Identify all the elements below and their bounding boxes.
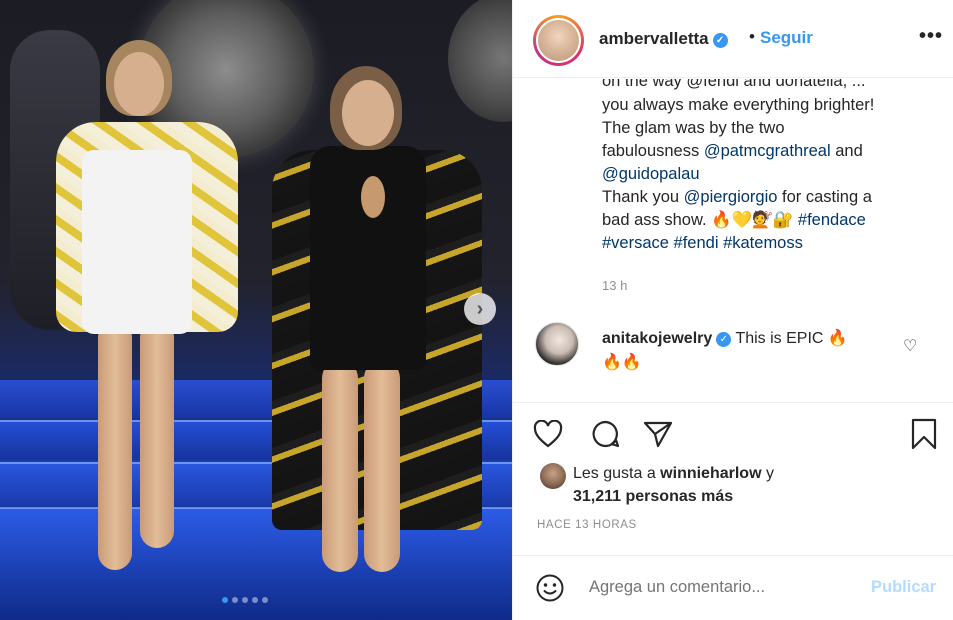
carousel-dot (252, 597, 258, 603)
commenter-username[interactable]: anitakojewelry (602, 330, 712, 347)
post-caption: on the way @fendi and donatella, ... you… (602, 79, 942, 255)
comment-composer: Publicar (513, 555, 953, 620)
share-icon[interactable] (641, 417, 675, 451)
caption-line: Thank you @piergiorgio for casting a (602, 186, 942, 209)
follow-button[interactable]: Seguir (760, 28, 813, 48)
emoji-icon[interactable] (535, 573, 565, 608)
post-sidebar: ambervalletta ✓ • Seguir ••• on the way @… (512, 0, 953, 620)
caption-text: and (830, 142, 863, 160)
caption-text: bad ass show. 🔥💛💇🔐 (602, 211, 798, 229)
mention-link[interactable]: @patmcgrathreal (704, 142, 831, 160)
posted-time: HACE 13 HORAS (537, 519, 637, 531)
caption-text: The glam was by the two (602, 119, 785, 137)
medusa-medallion-right (448, 0, 512, 122)
next-photo-button[interactable]: › (464, 293, 496, 325)
caption-text: for casting a (777, 188, 872, 206)
comment-icon[interactable] (588, 417, 622, 451)
mention-link[interactable]: @guidopalau (602, 165, 700, 183)
post-header: ambervalletta ✓ • Seguir ••• (513, 0, 953, 78)
author-avatar[interactable] (533, 15, 584, 66)
hashtag-link[interactable]: #versace #fendi #katemoss (602, 234, 803, 252)
action-bar (513, 402, 953, 462)
like-icon[interactable] (531, 417, 565, 451)
carousel-dot (242, 597, 248, 603)
commenter-avatar[interactable] (535, 322, 579, 366)
caption-time: 13 h (602, 278, 628, 293)
likes-prefix: Les gusta a (573, 465, 661, 482)
likes-summary[interactable]: Les gusta a winnieharlow y 31,211 person… (573, 462, 774, 508)
caption-line: bad ass show. 🔥💛💇🔐 #fendace (602, 209, 942, 232)
caption-text: you always make everything brighter! (602, 96, 875, 114)
carousel-dot (262, 597, 268, 603)
carousel-dot (232, 597, 238, 603)
post-photo[interactable]: › (0, 0, 512, 620)
likes-suffix: y (761, 465, 774, 482)
carousel-dots (222, 597, 268, 603)
author-username-text[interactable]: ambervalletta (599, 29, 709, 48)
comment: anitakojewelry ✓ This is EPIC 🔥 🔥🔥 (602, 327, 902, 375)
verified-badge-icon: ✓ (716, 332, 732, 347)
caption-line: @guidopalau (602, 163, 942, 186)
caption-line: you always make everything brighter! (602, 94, 942, 117)
publish-button[interactable]: Publicar (871, 578, 936, 597)
caption-line: #versace #fendi #katemoss (602, 232, 942, 255)
comment-text-2: 🔥🔥 (602, 354, 642, 371)
save-icon[interactable] (907, 417, 941, 451)
caption-partial-line: on the way @fendi and donatella, ... (602, 79, 942, 96)
caption-text: fabulousness (602, 142, 704, 160)
more-options-icon[interactable]: ••• (919, 25, 943, 48)
caption-text: Thank you (602, 188, 684, 206)
author-username[interactable]: ambervalletta ✓ (599, 29, 728, 49)
caption-line: The glam was by the two (602, 117, 942, 140)
liker-username[interactable]: winnieharlow (660, 465, 761, 482)
comment-text: This is EPIC 🔥 (735, 330, 848, 347)
carousel-dot-active (222, 597, 228, 603)
hashtag-link[interactable]: #fendace (798, 211, 866, 229)
caption-partial-text: on the way @fendi and donatella, ... (602, 79, 866, 90)
likes-count[interactable]: 31,211 personas más (573, 488, 733, 505)
header-separator: • (749, 27, 755, 46)
verified-badge-icon: ✓ (712, 33, 728, 48)
mention-link[interactable]: @piergiorgio (684, 188, 778, 206)
comment-like-icon[interactable]: ♡ (903, 336, 917, 356)
chevron-right-icon: › (476, 298, 484, 320)
caption-line: fabulousness @patmcgrathreal and (602, 140, 942, 163)
liker-avatar[interactable] (540, 463, 566, 489)
comment-input[interactable] (589, 578, 859, 597)
